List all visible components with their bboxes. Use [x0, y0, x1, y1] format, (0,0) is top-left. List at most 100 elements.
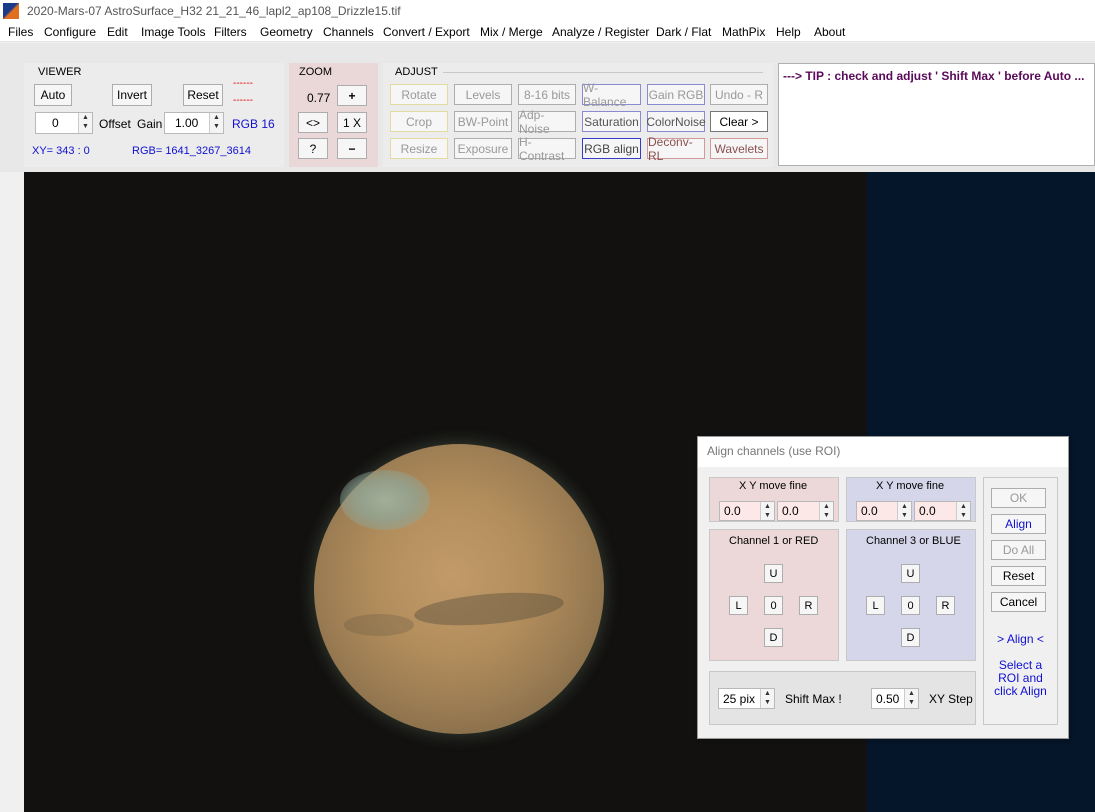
blue-x-input[interactable]: 0.0 ▲ ▼: [856, 501, 912, 521]
menu-help[interactable]: Help: [776, 25, 801, 39]
viewer-panel: VIEWER Auto Invert Reset ------ ------ 0…: [24, 63, 284, 167]
blue-up-button[interactable]: U: [901, 564, 920, 583]
zoom-help-button[interactable]: ?: [298, 138, 328, 159]
blue-y-value: 0.0: [919, 504, 936, 518]
red-x-value: 0.0: [724, 504, 741, 518]
adp-noise-button[interactable]: Adp-Noise: [518, 108, 576, 136]
wavelets-button[interactable]: Wavelets: [710, 138, 768, 159]
zoom-out-button[interactable]: −: [337, 138, 367, 159]
planet-image: [314, 444, 604, 734]
xy-step-spinner-icon[interactable]: ▲ ▼: [904, 689, 918, 708]
shift-max-spinner-icon[interactable]: ▲ ▼: [760, 689, 774, 708]
rgb-mode: RGB 16: [232, 117, 275, 131]
offset-input[interactable]: 0 ▲ ▼: [35, 112, 93, 134]
menu-files[interactable]: Files: [8, 25, 33, 39]
ok-button[interactable]: OK: [991, 488, 1046, 508]
red-left-button[interactable]: L: [729, 596, 748, 615]
adjust-panel: ADJUST Rotate Levels 8-16 bits W-Balance…: [383, 63, 773, 167]
menu-geometry[interactable]: Geometry: [260, 25, 313, 39]
blue-x-value: 0.0: [861, 504, 878, 518]
zoom-value: 0.77: [307, 91, 331, 105]
menu-filters[interactable]: Filters: [214, 25, 247, 39]
red-y-input[interactable]: 0.0 ▲ ▼: [777, 501, 834, 521]
red-right-button[interactable]: R: [799, 596, 818, 615]
invert-button[interactable]: Invert: [112, 84, 152, 106]
blue-right-button[interactable]: R: [936, 596, 955, 615]
exposure-button[interactable]: Exposure: [454, 138, 512, 159]
rotate-button[interactable]: Rotate: [390, 84, 448, 105]
menu-edit[interactable]: Edit: [107, 25, 128, 39]
menu-analyze-register[interactable]: Analyze / Register: [552, 25, 649, 39]
8-16-bits-button[interactable]: 8-16 bits: [518, 84, 576, 105]
blue-y-spinner-icon[interactable]: ▲ ▼: [956, 502, 970, 520]
action-column: OK Align Do All Reset Cancel > Align < S…: [983, 477, 1058, 725]
rgb-readout: RGB= 1641_3267_3614: [132, 145, 251, 157]
menu-convert-export[interactable]: Convert / Export: [383, 25, 470, 39]
h-contrast-button[interactable]: H-Contrast: [518, 135, 576, 163]
zoom-fit-button[interactable]: <>: [298, 112, 328, 133]
blue-x-spinner-icon[interactable]: ▲ ▼: [897, 502, 911, 520]
auto-button[interactable]: Auto: [34, 84, 72, 106]
viewer-dashes-1: ------: [233, 78, 253, 89]
blue-y-input[interactable]: 0.0 ▲ ▼: [914, 501, 971, 521]
zoom-1x-button[interactable]: 1 X: [337, 112, 367, 133]
adjust-divider: [443, 72, 763, 73]
menu-configure[interactable]: Configure: [44, 25, 96, 39]
w-balance-button[interactable]: W-Balance: [582, 81, 641, 109]
resize-button[interactable]: Resize: [390, 138, 448, 159]
undo-r-button[interactable]: Undo - R: [710, 84, 768, 105]
gain-rgb-button[interactable]: Gain RGB: [647, 84, 705, 105]
viewer-dashes-2: ------: [233, 95, 253, 106]
adjust-label: ADJUST: [395, 66, 438, 78]
colornoise-button[interactable]: ColorNoise: [646, 111, 706, 132]
align-button[interactable]: Align: [991, 514, 1046, 534]
xy-step-input[interactable]: 0.50 ▲ ▼: [871, 688, 919, 709]
red-y-value: 0.0: [782, 504, 799, 518]
clear-button[interactable]: Clear >: [710, 111, 768, 132]
zoom-panel: ZOOM 0.77 + <> 1 X ? −: [289, 63, 378, 167]
xy-step-label: XY Step: [929, 692, 973, 706]
blue-center-button[interactable]: 0: [901, 596, 920, 615]
crop-button[interactable]: Crop: [390, 111, 448, 132]
red-center-button[interactable]: 0: [764, 596, 783, 615]
red-y-spinner-icon[interactable]: ▲ ▼: [819, 502, 833, 520]
do-all-button[interactable]: Do All: [991, 540, 1046, 560]
gain-spinner-icon[interactable]: ▲ ▼: [209, 113, 223, 133]
xy-step-value: 0.50: [876, 691, 900, 706]
menu-image-tools[interactable]: Image Tools: [141, 25, 205, 39]
dialog-reset-button[interactable]: Reset: [991, 566, 1046, 586]
blue-channel-label: Channel 3 or BLUE: [866, 535, 961, 547]
red-down-button[interactable]: D: [764, 628, 783, 647]
menu-dark-flat[interactable]: Dark / Flat: [656, 25, 711, 39]
deconv-rl-button[interactable]: Deconv-RL: [647, 135, 705, 163]
offset-label: Offset: [99, 117, 131, 131]
levels-button[interactable]: Levels: [454, 84, 512, 105]
red-up-button[interactable]: U: [764, 564, 783, 583]
dialog-title: Align channels (use ROI): [698, 437, 1068, 467]
zoom-in-button[interactable]: +: [337, 85, 367, 106]
red-x-input[interactable]: 0.0 ▲ ▼: [719, 501, 775, 521]
menu-mathpix[interactable]: MathPix: [722, 25, 765, 39]
red-move-fine-group: X Y move fine 0.0 ▲ ▼ 0.0 ▲ ▼: [709, 477, 839, 522]
gain-label: Gain: [137, 117, 163, 131]
menu-about[interactable]: About: [814, 25, 845, 39]
shift-max-input[interactable]: 25 pix ▲ ▼: [718, 688, 775, 709]
menu-mix-merge[interactable]: Mix / Merge: [480, 25, 543, 39]
blue-left-button[interactable]: L: [866, 596, 885, 615]
bw-point-button[interactable]: BW-Point: [454, 111, 512, 132]
gain-input[interactable]: 1.00 ▲ ▼: [164, 112, 224, 134]
blue-move-fine-group: X Y move fine 0.0 ▲ ▼ 0.0 ▲ ▼: [846, 477, 976, 522]
align-marker: > Align <: [997, 632, 1044, 646]
menu-channels[interactable]: Channels: [323, 25, 374, 39]
window-title: 2020-Mars-07 AstroSurface_H32 21_21_46_l…: [27, 4, 401, 18]
saturation-button[interactable]: Saturation: [582, 111, 641, 132]
rgb-align-button[interactable]: RGB align: [582, 138, 641, 159]
viewer-label: VIEWER: [38, 66, 82, 78]
red-x-spinner-icon[interactable]: ▲ ▼: [760, 502, 774, 520]
offset-spinner-icon[interactable]: ▲ ▼: [78, 113, 92, 133]
reset-button[interactable]: Reset: [183, 84, 223, 106]
shift-max-label: Shift Max !: [785, 692, 842, 706]
blue-down-button[interactable]: D: [901, 628, 920, 647]
cancel-button[interactable]: Cancel: [991, 592, 1046, 612]
shift-params-group: 25 pix ▲ ▼ Shift Max ! 0.50 ▲ ▼ XY Step: [709, 671, 976, 725]
